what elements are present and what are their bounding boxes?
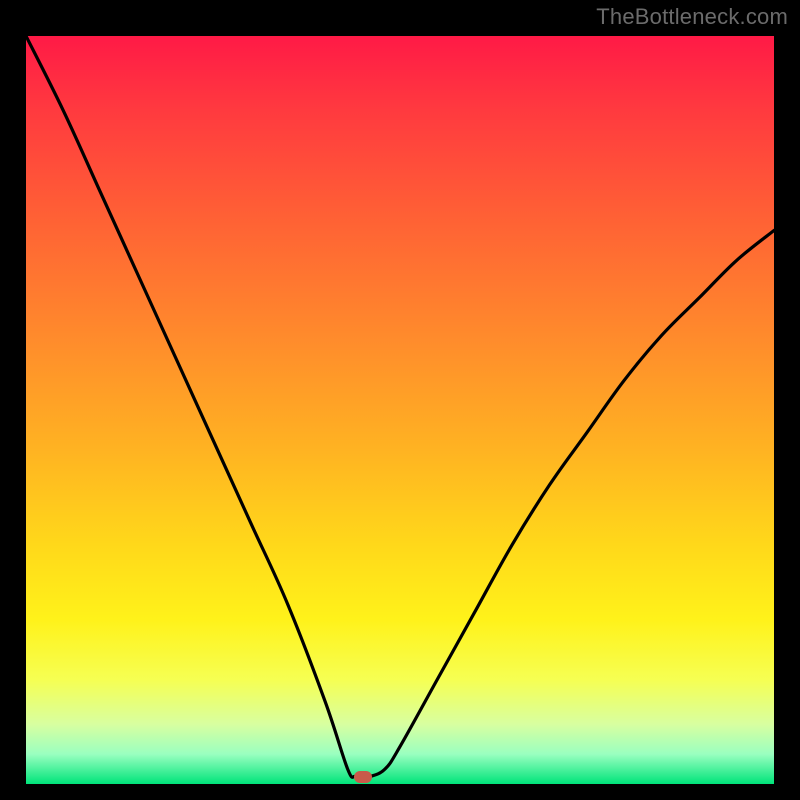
watermark-label: TheBottleneck.com bbox=[596, 4, 788, 30]
chart-frame: TheBottleneck.com bbox=[0, 0, 800, 800]
plot-border bbox=[20, 30, 780, 790]
optimum-marker bbox=[354, 771, 372, 783]
background-gradient bbox=[26, 36, 774, 784]
plot-area bbox=[26, 36, 774, 784]
